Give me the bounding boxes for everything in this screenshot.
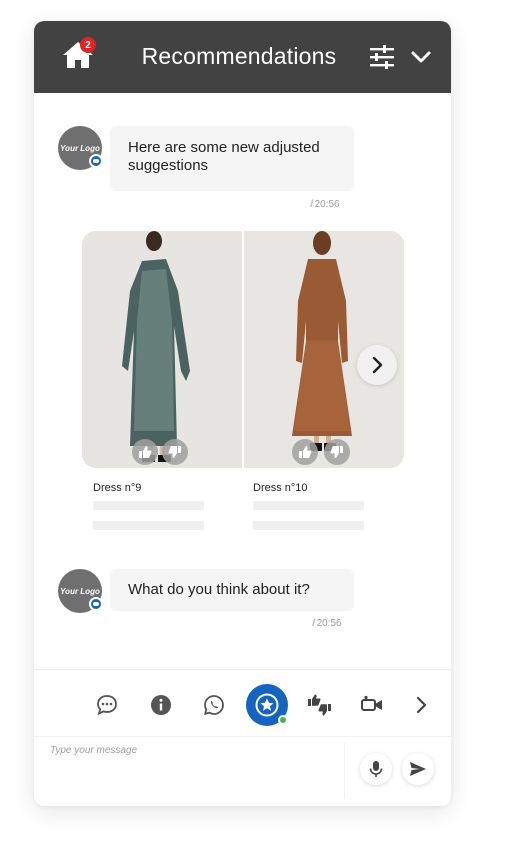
filter-button[interactable] — [369, 45, 395, 69]
chat-bubble-icon — [97, 695, 117, 716]
loading-placeholder — [253, 521, 364, 530]
bot-badge-icon — [89, 597, 103, 611]
carousel-next-button[interactable] — [357, 345, 397, 385]
chevron-down-icon — [411, 51, 431, 63]
send-icon — [410, 762, 426, 776]
dress-image — [122, 231, 190, 462]
notification-badge: 2 — [80, 37, 96, 53]
star-icon — [255, 693, 279, 717]
message-input[interactable] — [50, 745, 330, 795]
video-call-button[interactable] — [358, 691, 386, 719]
composer-divider — [34, 736, 451, 737]
chat-button[interactable] — [93, 691, 121, 719]
header-bar: 2 Recommendations — [34, 21, 451, 93]
product-title: Dress n°9 — [93, 482, 142, 494]
bot-badge-icon — [89, 154, 103, 168]
message-bubble: Here are some new adjusted suggestions — [110, 126, 354, 191]
info-button[interactable] — [147, 691, 175, 719]
loading-placeholder — [93, 501, 204, 510]
message-time: //20:56 — [312, 618, 342, 629]
composer-vertical-divider — [344, 743, 345, 799]
collapse-button[interactable] — [410, 47, 432, 67]
thumbs-up-icon — [299, 446, 312, 458]
microphone-icon — [369, 761, 383, 777]
loading-placeholder — [93, 521, 204, 530]
message-text: Here are some new adjusted suggestions — [128, 139, 320, 174]
video-call-icon — [361, 695, 382, 711]
page-title: Recommendations — [141, 43, 337, 69]
send-button[interactable] — [402, 753, 434, 785]
toolbar-divider — [34, 669, 451, 670]
chat-widget: 2 Recommendations Your Logo Here are som… — [34, 21, 451, 806]
whatsapp-button[interactable] — [200, 691, 228, 719]
voice-button[interactable] — [360, 753, 392, 785]
thumbs-down-icon — [168, 446, 181, 458]
chevron-right-icon — [372, 356, 383, 374]
sliders-icon — [370, 45, 394, 69]
logo-text: Your Logo — [60, 143, 100, 153]
loading-placeholder — [253, 501, 364, 510]
thumbs-down-icon — [330, 446, 343, 458]
home-button[interactable]: 2 — [60, 37, 96, 73]
thumbs-up-down-icon — [308, 694, 331, 716]
info-icon — [151, 695, 171, 715]
thumbs-up-button[interactable] — [132, 439, 158, 465]
feedback-button[interactable] — [306, 691, 334, 719]
read-ticks-icon: // — [312, 618, 315, 629]
thumbs-up-icon — [139, 446, 152, 458]
thumbs-down-button[interactable] — [324, 439, 350, 465]
product-carousel — [82, 231, 404, 468]
logo-text: Your Logo — [60, 586, 100, 596]
message-time: //20:56 — [310, 199, 340, 210]
online-status-dot — [278, 715, 288, 725]
product-image[interactable] — [82, 231, 242, 468]
whatsapp-icon — [203, 695, 224, 716]
read-ticks-icon: // — [310, 199, 313, 210]
thumbs-up-button[interactable] — [292, 439, 318, 465]
message-text: What do you think about it? — [128, 581, 310, 598]
product-title: Dress n°10 — [253, 482, 308, 494]
thumbs-down-button[interactable] — [162, 439, 188, 465]
message-bubble: What do you think about it? — [110, 569, 354, 611]
chevron-right-icon — [416, 696, 427, 714]
toolbar-more-button[interactable] — [407, 691, 435, 719]
